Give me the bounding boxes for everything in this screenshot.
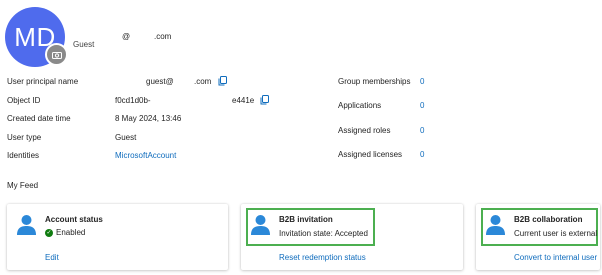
camera-icon [51,51,62,59]
card-subtitle: Enabled [56,228,86,237]
account-status-card: Account status ✓ Enabled Edit [7,204,228,270]
edit-link[interactable]: Edit [45,253,59,262]
header-user-type: Guest [73,40,95,49]
identities-link[interactable]: MicrosoftAccount [115,151,176,160]
card-title: B2B invitation [279,215,333,224]
card-title: Account status [45,215,103,224]
object-id-label: Object ID [7,96,41,105]
applications-count[interactable]: 0 [420,101,424,110]
user-type-value: Guest [115,133,137,142]
assigned-licenses-label: Assigned licenses [338,150,403,159]
my-feed-title: My Feed [7,181,39,190]
header-email-prefix: @ [122,32,131,41]
checkmark-icon: ✓ [45,228,53,237]
convert-to-internal-link[interactable]: Convert to internal user [514,253,597,262]
object-id-value-start: f0cd1d0b- [115,96,151,105]
group-memberships-count[interactable]: 0 [420,77,424,86]
b2b-invitation-card: B2B invitation Invitation state: Accepte… [241,204,463,270]
upn-value-end: .com [194,77,212,86]
reset-redemption-link[interactable]: Reset redemption status [279,253,366,262]
user-icon [486,215,505,235]
applications-label: Applications [338,101,382,110]
assigned-roles-label: Assigned roles [338,126,391,135]
card-subtitle: Invitation state: Accepted [279,229,368,238]
user-icon [251,215,270,235]
identities-label: Identities [7,151,40,160]
b2b-collaboration-card: B2B collaboration Current user is extern… [476,204,600,270]
card-title: B2B collaboration [514,215,583,224]
header-email-domain: .com [154,32,172,41]
copy-upn-icon[interactable] [218,76,227,86]
account-enabled-status: ✓ Enabled [45,228,85,237]
user-type-label: User type [7,133,42,142]
created-value: 8 May 2024, 13:46 [115,114,182,123]
card-subtitle: Current user is external [514,229,598,238]
upn-value-start: guest@ [146,77,174,86]
assigned-licenses-count[interactable]: 0 [420,150,424,159]
created-label: Created date time [7,114,71,123]
upn-label: User principal name [7,77,79,86]
assigned-roles-count[interactable]: 0 [420,126,424,135]
user-icon [17,215,36,235]
group-memberships-label: Group memberships [338,77,411,86]
object-id-value-end: e441e [232,96,255,105]
copy-object-id-icon[interactable] [260,95,269,105]
change-photo-button[interactable] [45,43,68,66]
